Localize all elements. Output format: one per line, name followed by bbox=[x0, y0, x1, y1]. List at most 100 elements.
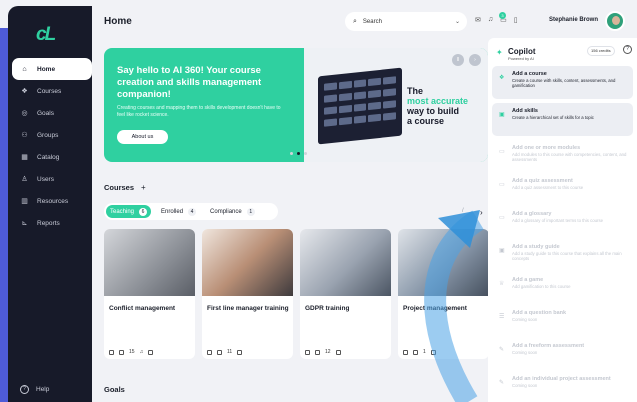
module-icon: ▭ bbox=[499, 149, 505, 155]
courses-heading: Courses bbox=[104, 183, 135, 192]
sidebar-item-goals[interactable]: ◎ Goals bbox=[12, 102, 92, 124]
sidebar-item-label: Home bbox=[37, 65, 56, 73]
sidebar-item-users[interactable]: ♙ Users bbox=[12, 168, 92, 190]
copilot-action-add-skills[interactable]: ▣ Add skills Create a hierarchical set of … bbox=[492, 103, 633, 136]
sidebar-item-groups[interactable]: ⚇ Groups bbox=[12, 124, 92, 146]
screen-illustration bbox=[318, 67, 402, 145]
course-image bbox=[202, 229, 293, 296]
caption-line: The bbox=[407, 86, 424, 96]
sidebar-item-home[interactable]: ⌂ Home bbox=[12, 58, 92, 80]
copilot-action-add-modules[interactable]: ▭ Add one or more modules Add modules to t… bbox=[492, 140, 633, 173]
copilot-panel: ✦ Copilot Powered by AI 156 credits ? ❖ A… bbox=[488, 38, 637, 402]
users-icon: ♙ bbox=[21, 175, 28, 183]
brand-logo[interactable]: cL bbox=[36, 24, 64, 45]
course-count: 12 bbox=[325, 349, 331, 355]
help-icon[interactable]: ? bbox=[623, 45, 632, 54]
copilot-action-add-glossary[interactable]: ▭ Add a glossary Add a glossary of importa… bbox=[492, 206, 633, 239]
caption-line: a course bbox=[407, 116, 445, 126]
page-title: Home bbox=[104, 16, 132, 27]
sidebar-item-courses[interactable]: ❖ Courses bbox=[12, 80, 92, 102]
banner-caption: The most accurate way to build a course bbox=[407, 86, 468, 126]
copilot-action-add-freeform-assessment: ✎ Add a freeform assessment Coming soon bbox=[492, 338, 633, 371]
caption-line: way to build bbox=[407, 106, 460, 116]
credits-badge: 156 credits bbox=[587, 46, 615, 56]
trash-icon[interactable]: ▯ bbox=[514, 16, 518, 24]
course-image bbox=[300, 229, 391, 296]
course-card[interactable]: First line manager training 11 bbox=[202, 229, 293, 359]
course-count: 15 bbox=[129, 349, 135, 355]
tab-enrolled[interactable]: Enrolled 4 bbox=[157, 205, 200, 218]
sidebar-item-resources[interactable]: ▥ Resources bbox=[12, 190, 92, 212]
course-title: First line manager training bbox=[207, 305, 289, 312]
help-icon: ? bbox=[20, 385, 29, 394]
tab-label: Compliance bbox=[210, 208, 242, 215]
avatar[interactable] bbox=[605, 11, 625, 31]
pencil-icon: ✎ bbox=[499, 347, 505, 353]
resources-icon: ▥ bbox=[21, 197, 28, 205]
tab-count: 4 bbox=[188, 207, 197, 216]
calendar-icon bbox=[217, 349, 222, 355]
action-title: Add a study guide bbox=[512, 244, 560, 250]
copilot-action-add-project-assessment: ✎ Add an individual project assessment Com… bbox=[492, 371, 633, 402]
sidebar-item-reports[interactable]: ⊾ Reports bbox=[12, 212, 92, 234]
tab-count: 1 bbox=[246, 207, 255, 216]
course-card[interactable]: Conflict management 15 ♫ bbox=[104, 229, 195, 359]
about-us-button[interactable]: About us bbox=[117, 130, 168, 144]
reports-icon: ⊾ bbox=[21, 219, 28, 227]
calendar-icon bbox=[119, 349, 124, 355]
file-icon bbox=[237, 349, 243, 355]
action-desc: Add a quiz assessment to this course bbox=[512, 185, 584, 190]
search-icon: ⌕ bbox=[353, 17, 357, 25]
copilot-action-add-game[interactable]: ♕ Add a game Add gamification to this cour… bbox=[492, 272, 633, 305]
course-icon: ❖ bbox=[499, 75, 505, 81]
promo-banner: Say hello to AI 360! Your course creatio… bbox=[104, 48, 488, 162]
tab-compliance[interactable]: Compliance 1 bbox=[206, 205, 259, 218]
action-title: Add a glossary bbox=[512, 211, 552, 217]
carousel-dot[interactable] bbox=[290, 152, 293, 155]
copilot-action-add-course[interactable]: ❖ Add a course Create a course with skills… bbox=[492, 66, 633, 99]
skills-icon: ▣ bbox=[499, 112, 505, 118]
home-icon: ⌂ bbox=[22, 65, 27, 73]
app-window: cL ⌂ Home ❖ Courses ◎ Goals ⚇ Groups ▦ Catalo… bbox=[0, 0, 637, 402]
pencil-icon: ✎ bbox=[499, 380, 505, 386]
sparkle-icon: ✦ bbox=[496, 48, 503, 57]
sidebar-item-label: Groups bbox=[37, 131, 59, 139]
sidebar-nav: ⌂ Home ❖ Courses ◎ Goals ⚇ Groups ▦ Catalog ♙… bbox=[8, 58, 92, 234]
game-icon: ♕ bbox=[499, 281, 505, 287]
bell-icon[interactable]: ♫ bbox=[488, 16, 493, 24]
notification-badge: 3 bbox=[499, 12, 506, 19]
sidebar-item-catalog[interactable]: ▦ Catalog bbox=[12, 146, 92, 168]
action-title: Add a course bbox=[512, 71, 547, 77]
pause-button[interactable]: II bbox=[452, 54, 464, 66]
tab-teaching[interactable]: Teaching 6 bbox=[106, 205, 152, 218]
calendar-icon bbox=[315, 349, 320, 355]
carousel-dot[interactable] bbox=[304, 152, 307, 155]
search-box[interactable]: ⌕ Search ⌄ bbox=[345, 12, 467, 31]
carousel-dot-active[interactable] bbox=[297, 152, 300, 155]
module-icon bbox=[109, 349, 114, 355]
course-title: GDPR training bbox=[305, 305, 350, 312]
sidebar-item-label: Resources bbox=[37, 197, 69, 205]
chevron-down-icon[interactable]: ⌄ bbox=[455, 18, 460, 25]
action-title: Add skills bbox=[512, 108, 538, 114]
action-title: Add a quiz assessment bbox=[512, 178, 573, 184]
study-guide-icon: ▣ bbox=[499, 248, 505, 254]
course-card[interactable]: GDPR training 12 bbox=[300, 229, 391, 359]
course-meta: 12 bbox=[305, 349, 387, 355]
help-link[interactable]: ? Help bbox=[20, 385, 49, 394]
copilot-action-add-study-guide[interactable]: ▣ Add a study guide Add a study guide to t… bbox=[492, 239, 633, 272]
action-desc: Add modules to this course with competen… bbox=[512, 152, 627, 163]
copilot-actions: ❖ Add a course Create a course with skills… bbox=[492, 66, 633, 402]
copilot-action-add-quiz[interactable]: ▭ Add a quiz assessment Add a quiz assessm… bbox=[492, 173, 633, 206]
quiz-icon: ▭ bbox=[499, 182, 505, 188]
user-name[interactable]: Stephanie Brown bbox=[549, 17, 598, 23]
add-course-button[interactable]: + bbox=[141, 183, 146, 192]
action-title: Add a question bank bbox=[512, 310, 567, 316]
courses-icon: ❖ bbox=[21, 87, 28, 95]
action-title: Add a freeform assessment bbox=[512, 343, 585, 349]
banner-body: Creating courses and mapping them to ski… bbox=[117, 105, 281, 118]
mail-icon[interactable]: ✉ bbox=[475, 16, 481, 24]
next-slide-button[interactable]: › bbox=[469, 54, 481, 66]
action-desc: Create a course with skills, content, as… bbox=[512, 78, 616, 89]
copilot-title: Copilot bbox=[508, 47, 536, 56]
